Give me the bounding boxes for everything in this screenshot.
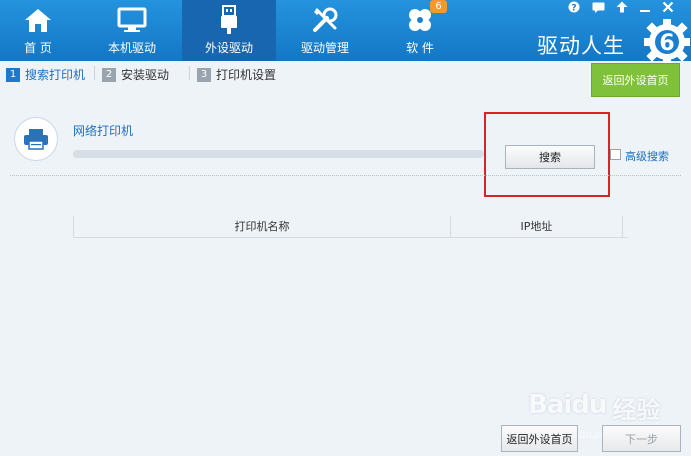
step-divider bbox=[189, 66, 190, 80]
network-printer-title: 网络打印机 bbox=[73, 124, 134, 138]
search-button[interactable]: 搜索 bbox=[505, 145, 595, 169]
baidu-watermark-logo: Baidu 经验 bbox=[528, 390, 660, 425]
printer-icon bbox=[14, 117, 58, 161]
step-indicator: 1 搜索打印机 2 安装驱动 3 打印机设置 bbox=[0, 61, 691, 87]
step-3-label: 打印机设置 bbox=[216, 68, 277, 82]
watermark-sub: 经验 bbox=[612, 396, 661, 424]
minimize-icon[interactable] bbox=[638, 1, 652, 13]
advanced-search-checkbox[interactable] bbox=[610, 149, 621, 160]
monitor-icon bbox=[117, 6, 147, 34]
return-peripheral-home-button[interactable]: 返回外设首页 bbox=[591, 63, 680, 97]
column-ip-address[interactable]: IP地址 bbox=[451, 216, 623, 237]
tab-home[interactable]: 首 页 bbox=[0, 0, 76, 61]
message-icon[interactable] bbox=[591, 1, 605, 13]
printer-table-header: 打印机名称 IP地址 bbox=[73, 216, 628, 238]
brand-logo-number: 6 bbox=[659, 31, 674, 56]
brand-title: 驱动人生 bbox=[537, 34, 625, 58]
step-3-number: 3 bbox=[197, 67, 211, 82]
tab-peripheral-driver[interactable]: 外设驱动 bbox=[182, 0, 276, 61]
step-2-label: 安装驱动 bbox=[121, 68, 170, 82]
tools-icon bbox=[311, 6, 339, 34]
tab-software-label: 软 件 bbox=[406, 41, 434, 55]
advanced-search-label[interactable]: 高级搜索 bbox=[625, 148, 669, 164]
brand-logo-gear-icon: 6 bbox=[642, 16, 691, 67]
back-to-peripheral-home-button[interactable]: 返回外设首页 bbox=[501, 425, 578, 452]
close-icon[interactable] bbox=[661, 1, 675, 13]
step-1-label: 搜索打印机 bbox=[25, 68, 86, 82]
help-icon[interactable]: ? bbox=[567, 1, 581, 13]
step-printer-settings: 3 打印机设置 bbox=[197, 66, 276, 83]
section-divider bbox=[10, 175, 681, 176]
column-printer-name[interactable]: 打印机名称 bbox=[73, 216, 451, 237]
search-progress-bar bbox=[73, 150, 484, 158]
tab-local-driver[interactable]: 本机驱动 bbox=[90, 0, 174, 61]
step-search-printer: 1 搜索打印机 bbox=[6, 66, 85, 83]
tab-driver-management[interactable]: 驱动管理 bbox=[286, 0, 364, 61]
home-icon bbox=[24, 6, 52, 34]
step-2-number: 2 bbox=[102, 67, 116, 82]
watermark-text: Baidu bbox=[528, 390, 607, 420]
tab-home-label: 首 页 bbox=[24, 41, 52, 55]
step-divider bbox=[94, 66, 95, 80]
top-navigation-bar: 首 页 本机驱动 外设驱动 驱动管理 软 件 6 ? 驱动人生 6 bbox=[0, 0, 691, 64]
step-1-number: 1 bbox=[6, 67, 20, 82]
svg-text:?: ? bbox=[571, 4, 576, 14]
step-install-driver: 2 安装驱动 bbox=[102, 66, 169, 83]
next-step-button[interactable]: 下一步 bbox=[602, 425, 681, 452]
software-update-badge: 6 bbox=[430, 0, 447, 13]
usb-icon bbox=[219, 5, 239, 34]
tab-driver-management-label: 驱动管理 bbox=[300, 41, 349, 55]
upgrade-icon[interactable] bbox=[615, 1, 629, 13]
tab-local-driver-label: 本机驱动 bbox=[107, 41, 156, 55]
tab-peripheral-driver-label: 外设驱动 bbox=[204, 41, 253, 55]
